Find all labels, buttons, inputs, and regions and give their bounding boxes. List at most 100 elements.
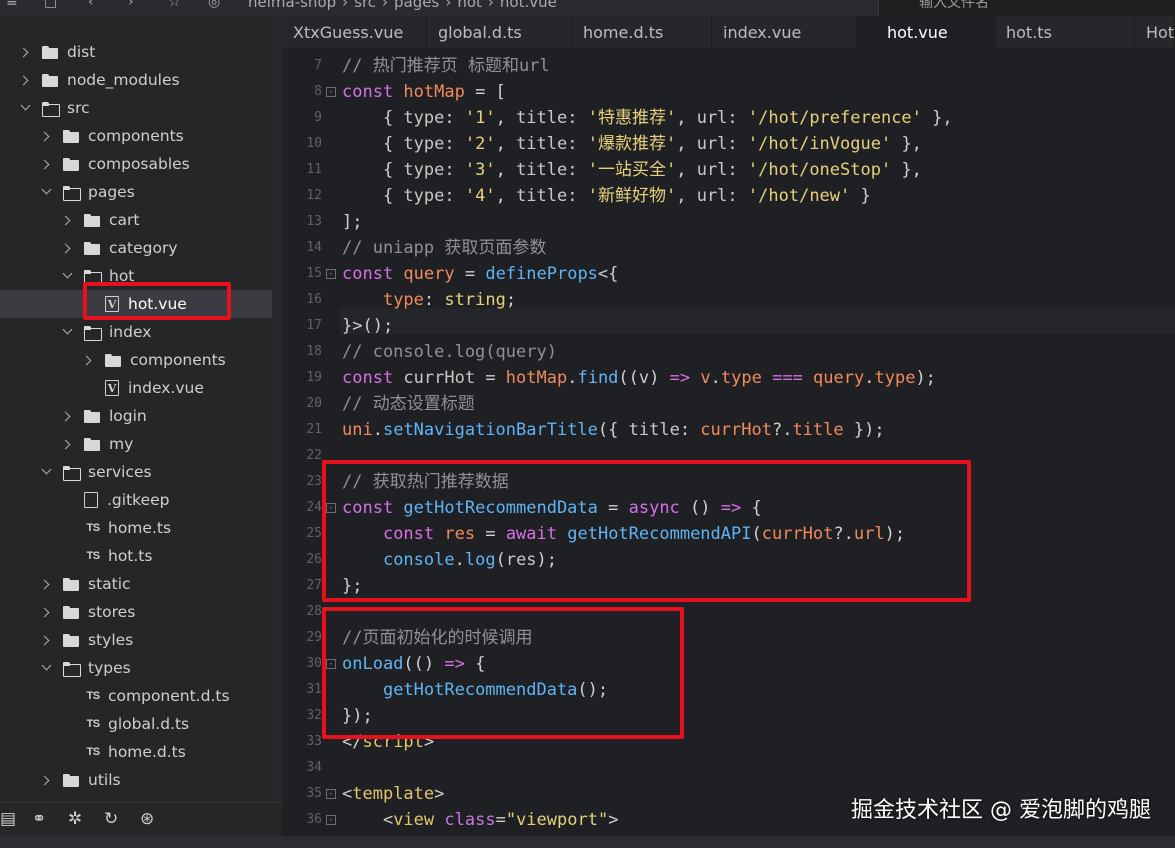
menu-icon[interactable]: ≡	[6, 0, 18, 10]
chevron-right-icon[interactable]	[41, 634, 53, 646]
chevron-down-icon[interactable]	[41, 662, 53, 674]
chevron-down-icon[interactable]	[41, 186, 53, 198]
tree-item-cart[interactable]: cart	[0, 206, 272, 234]
chevron-down-icon[interactable]	[41, 466, 53, 478]
code-line[interactable]: { type: '4', title: '新鲜好物', url: '/hot/n…	[342, 183, 871, 209]
chevron-down-icon[interactable]	[62, 270, 74, 282]
tree-item-category[interactable]: category	[0, 234, 272, 262]
breadcrumb-item[interactable]: src	[354, 0, 376, 11]
tab-xtxguess-vue[interactable]: XtxGuess.vue	[282, 16, 427, 48]
line-number: 24	[306, 500, 322, 515]
tree-item-src[interactable]: src	[0, 94, 272, 122]
chevron-right-icon[interactable]	[41, 606, 53, 618]
code-token: ({	[597, 420, 629, 440]
tree-item-hot-ts[interactable]: TS hot.ts	[0, 542, 272, 570]
tree-item-utils[interactable]: utils	[0, 766, 272, 794]
tab-index-vue[interactable]: index.vue	[712, 16, 857, 48]
tree-item-component-d-ts[interactable]: TS component.d.ts	[0, 682, 272, 710]
tree-item-composables[interactable]: composables	[0, 150, 272, 178]
tab-home-d-ts[interactable]: home.d.ts	[572, 16, 712, 48]
tree-item-components[interactable]: components	[0, 122, 272, 150]
code-token: title	[516, 160, 568, 180]
tree-item-stores[interactable]: stores	[0, 598, 272, 626]
code-line[interactable]: { type: '3', title: '一站买全', url: '/hot/o…	[342, 157, 922, 183]
chevron-right-icon[interactable]	[41, 158, 53, 170]
tree-item-pages[interactable]: pages	[0, 178, 272, 206]
breadcrumb-item[interactable]: pages	[394, 0, 439, 11]
explorer-icon[interactable]: ▤	[0, 809, 16, 829]
chevron-right-icon[interactable]	[62, 242, 74, 254]
tree-item-types[interactable]: types	[0, 654, 272, 682]
tree-item-static[interactable]: static	[0, 570, 272, 598]
chevron-down-icon[interactable]	[20, 102, 32, 114]
new-file-icon[interactable]: □	[44, 0, 57, 10]
code-line[interactable]: <view class="viewport">	[342, 807, 619, 828]
fold-toggle-icon[interactable]: -	[326, 269, 336, 279]
code-token: });	[843, 420, 885, 440]
code-line[interactable]: // uniapp 获取页面参数	[342, 235, 546, 261]
chevron-right-icon[interactable]	[62, 214, 74, 226]
code-line[interactable]: ];	[342, 209, 362, 235]
tree-item-home-d-ts[interactable]: TS home.d.ts	[0, 738, 272, 766]
chevron-right-icon[interactable]	[62, 438, 74, 450]
breadcrumb-item[interactable]: hot.vue	[500, 0, 557, 11]
binoculars-icon[interactable]: ⚭	[32, 809, 46, 829]
code-token: ((	[618, 368, 639, 388]
ts-file-icon: TS	[86, 746, 100, 758]
tree-item--gitkeep[interactable]: .gitkeep	[0, 486, 272, 514]
tree-item-home-ts[interactable]: TS home.ts	[0, 514, 272, 542]
tab-hot-vue[interactable]: hot.vue	[857, 16, 995, 48]
tree-item-styles[interactable]: styles	[0, 626, 272, 654]
source-control-icon[interactable]: ↻	[104, 809, 118, 829]
tree-item-login[interactable]: login	[0, 402, 272, 430]
chevron-right-icon[interactable]	[83, 354, 95, 366]
tree-item-global-d-ts[interactable]: TS global.d.ts	[0, 710, 272, 738]
sidebar-splitter[interactable]	[272, 16, 282, 802]
plugin-icon[interactable]: ⊛	[140, 809, 154, 829]
tree-item-node-modules[interactable]: node_modules	[0, 66, 272, 94]
tree-item-my[interactable]: my	[0, 430, 272, 458]
code-line[interactable]: type: string;	[342, 287, 516, 313]
code-line[interactable]: // 动态设置标题	[342, 391, 475, 417]
chevron-right-icon[interactable]	[62, 410, 74, 422]
run-icon[interactable]: ◎	[208, 0, 220, 10]
bug-icon[interactable]: ✲	[68, 809, 82, 829]
chevron-right-icon[interactable]	[20, 74, 32, 86]
chevron-right-icon[interactable]	[41, 578, 53, 590]
chevron-right-icon[interactable]	[41, 774, 53, 786]
code-line[interactable]: const currHot = hotMap.find((v) => v.typ…	[342, 365, 936, 391]
tree-item-components[interactable]: components	[0, 346, 272, 374]
tab-global-d-ts[interactable]: global.d.ts	[427, 16, 572, 48]
code-line[interactable]: { type: '1', title: '特惠推荐', url: '/hot/p…	[342, 105, 953, 131]
tree-item-index[interactable]: index	[0, 318, 272, 346]
forward-icon[interactable]: ›	[128, 0, 134, 10]
tab-hot-ts[interactable]: hot.ts	[995, 16, 1135, 48]
breadcrumb-item[interactable]: hot	[457, 0, 482, 11]
tree-item-dist[interactable]: dist	[0, 38, 272, 66]
code-line[interactable]: // console.log(query)	[342, 339, 557, 365]
fold-toggle-icon[interactable]: -	[326, 87, 336, 97]
code-line[interactable]: const query = defineProps<{	[342, 261, 618, 287]
tab-hot[interactable]: Hot	[1135, 16, 1175, 48]
file-search-input[interactable]: 输入文件名	[919, 0, 989, 12]
code-line[interactable]: const hotMap = [	[342, 79, 506, 105]
fold-toggle-icon[interactable]: -	[326, 815, 336, 825]
code-token: '特惠推荐'	[587, 108, 677, 128]
code-line[interactable]: }>();	[342, 313, 393, 339]
chevron-right-icon[interactable]	[41, 130, 53, 142]
code-line[interactable]: { type: '2', title: '爆款推荐', url: '/hot/i…	[342, 131, 922, 157]
file-search-box[interactable]: 输入文件名	[878, 0, 1175, 16]
chevron-right-icon[interactable]	[20, 46, 32, 58]
tree-item-index-vue[interactable]: Vindex.vue	[0, 374, 272, 402]
breadcrumb-item[interactable]: heima-shop	[248, 0, 336, 11]
back-icon[interactable]: ‹	[88, 0, 94, 10]
chevron-down-icon[interactable]	[62, 326, 74, 338]
star-icon[interactable]: ☆	[168, 0, 181, 10]
code-line[interactable]: uni.setNavigationBarTitle({ title: currH…	[342, 417, 885, 443]
code-token: // 热门推荐页 标题和url	[342, 56, 550, 76]
code-line[interactable]: <template>	[342, 781, 444, 807]
fold-toggle-icon[interactable]: -	[326, 789, 336, 799]
code-line[interactable]: // 热门推荐页 标题和url	[342, 53, 550, 79]
tree-item-services[interactable]: services	[0, 458, 272, 486]
